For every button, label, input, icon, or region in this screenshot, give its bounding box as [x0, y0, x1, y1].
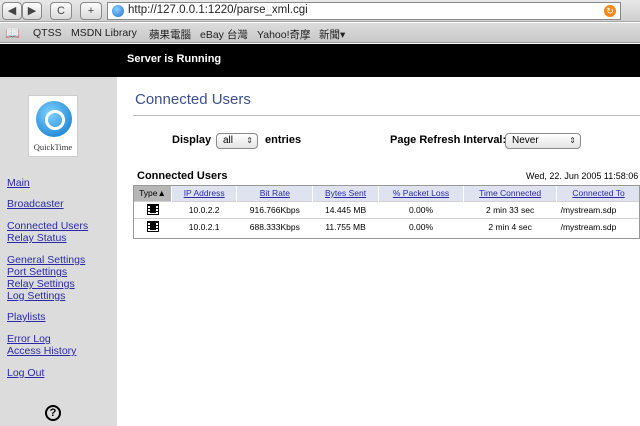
row-bit-rate: 916.766Kbps	[236, 200, 313, 218]
col-ip-address: IP Address	[170, 185, 237, 201]
col-bit-rate: Bit Rate	[236, 185, 313, 201]
server-status: Server is Running	[127, 53, 222, 65]
bookmark-ebay[interactable]: eBay 台灣	[200, 27, 248, 42]
col-connected-to: Connected To	[556, 185, 640, 201]
table-row: 10.0.2.1 688.333Kbps 11.755 MB 0.00% 2 m…	[133, 217, 640, 235]
col-time-connected: Time Connected	[463, 185, 557, 201]
connected-users-table: Type▲ IP Address Bit Rate Bytes Sent % P…	[133, 185, 640, 235]
status-banner: Server is Running	[0, 44, 640, 77]
row-connected-to: /mystream.sdp	[556, 200, 640, 218]
browser-toolbar: ◀ ▶ C + http://127.0.0.1:1220/parse_xml.…	[0, 0, 640, 22]
entries-label: entries	[265, 134, 302, 146]
plus-icon: +	[87, 5, 95, 17]
bookmark-qtss[interactable]: QTSS	[33, 27, 62, 39]
row-type	[133, 200, 172, 218]
row-time-connected: 2 min 33 sec	[463, 200, 557, 218]
sort-ip-address[interactable]: IP Address	[184, 188, 225, 198]
sidebar-link-access-history[interactable]: Access History	[7, 345, 76, 357]
forward-icon: ▶	[27, 5, 37, 17]
sort-bit-rate[interactable]: Bit Rate	[260, 188, 290, 198]
back-icon: ◀	[7, 5, 17, 17]
quicktime-icon	[36, 101, 72, 137]
bookmark-news[interactable]: 新聞▾	[319, 27, 345, 42]
row-connected-to: /mystream.sdp	[556, 217, 640, 235]
quicktime-logo: QuickTime	[28, 95, 78, 157]
row-bytes-sent: 11.755 MB	[312, 217, 379, 235]
logo-text: QuickTime	[33, 142, 73, 152]
row-time-connected: 2 min 4 sec	[463, 217, 557, 235]
book-icon[interactable]: 📖	[5, 26, 20, 40]
back-button[interactable]: ◀	[2, 2, 22, 20]
bookmark-msdn[interactable]: MSDN Library	[71, 27, 137, 39]
help-icon[interactable]: ?	[45, 405, 61, 421]
row-ip-address: 10.0.2.1	[171, 217, 237, 235]
sort-connected-to[interactable]: Connected To	[572, 188, 624, 198]
row-bytes-sent: 14.445 MB	[312, 200, 379, 218]
sidebar-link-connected-users[interactable]: Connected Users	[7, 220, 88, 232]
table-row: 10.0.2.2 916.766Kbps 14.445 MB 0.00% 2 m…	[133, 200, 640, 218]
sidebar-link-error-log[interactable]: Error Log	[7, 333, 51, 345]
col-packet-loss: % Packet Loss	[377, 185, 464, 201]
row-type	[133, 217, 172, 235]
sidebar-link-port-settings[interactable]: Port Settings	[7, 266, 67, 278]
bookmark-yahoo[interactable]: Yahoo!奇摩	[257, 27, 311, 42]
updown-icon: ⇕	[246, 136, 253, 145]
refresh-interval-select[interactable]: Never ⇕	[505, 133, 581, 149]
sidebar-link-general-settings[interactable]: General Settings	[7, 254, 85, 266]
updown-icon: ⇕	[569, 136, 576, 145]
display-value: all	[223, 135, 234, 146]
film-icon	[146, 221, 159, 233]
sort-time-connected[interactable]: Time Connected	[479, 188, 541, 198]
reload-icon: C	[57, 5, 65, 17]
address-url[interactable]: http://127.0.0.1:1220/parse_xml.cgi	[128, 4, 308, 16]
sort-packet-loss[interactable]: % Packet Loss	[393, 188, 449, 198]
sidebar-link-relay-settings[interactable]: Relay Settings	[7, 278, 75, 290]
sidebar-link-playlists[interactable]: Playlists	[7, 311, 46, 323]
row-packet-loss: 0.00%	[378, 200, 464, 218]
forward-button[interactable]: ▶	[22, 2, 42, 20]
row-ip-address: 10.0.2.2	[171, 200, 237, 218]
sidebar-link-main[interactable]: Main	[7, 177, 30, 189]
page-title: Connected Users	[135, 91, 251, 108]
table-title: Connected Users	[137, 170, 228, 182]
col-type[interactable]: Type▲	[133, 185, 172, 201]
refresh-interval-label: Page Refresh Interval:	[390, 134, 507, 146]
address-bar[interactable]: http://127.0.0.1:1220/parse_xml.cgi ↻	[107, 2, 621, 20]
bookmarks-bar: 📖 QTSS MSDN Library 蘋果電腦 eBay 台灣 Yahoo!奇…	[0, 23, 640, 43]
sidebar-link-log-settings[interactable]: Log Settings	[7, 290, 65, 302]
col-bytes-sent: Bytes Sent	[312, 185, 379, 201]
globe-icon	[112, 5, 124, 17]
refresh-interval-value: Never	[512, 135, 539, 146]
sidebar-link-broadcaster[interactable]: Broadcaster	[7, 198, 64, 210]
sidebar-link-relay-status[interactable]: Relay Status	[7, 232, 67, 244]
film-icon	[146, 204, 159, 216]
sort-bytes-sent[interactable]: Bytes Sent	[325, 188, 366, 198]
add-bookmark-button[interactable]: +	[80, 2, 102, 20]
sidebar: QuickTime Main Broadcaster Connected Use…	[0, 77, 117, 426]
table-header-row: Type▲ IP Address Bit Rate Bytes Sent % P…	[133, 185, 640, 201]
row-bit-rate: 688.333Kbps	[236, 217, 313, 235]
sidebar-link-log-out[interactable]: Log Out	[7, 367, 44, 379]
server-datetime: Wed, 22. Jun 2005 11:58:06	[526, 171, 639, 181]
display-label: Display	[172, 134, 212, 146]
refresh-icon[interactable]: ↻	[604, 5, 616, 17]
bookmark-apple[interactable]: 蘋果電腦	[149, 27, 191, 42]
reload-button[interactable]: C	[50, 2, 72, 20]
title-divider	[133, 115, 640, 116]
display-select[interactable]: all ⇕	[216, 133, 258, 149]
row-packet-loss: 0.00%	[378, 217, 464, 235]
